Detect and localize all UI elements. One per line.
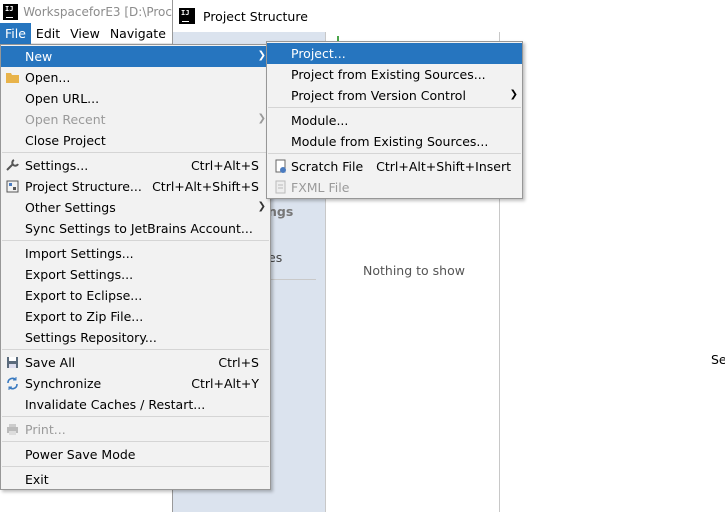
- submenu-item-project-vcs[interactable]: Project from Version Control ❯: [267, 85, 522, 106]
- menu-item-shortcut: Ctrl+Alt+Y: [191, 376, 259, 391]
- menu-item-shortcut: Ctrl+Alt+S: [190, 158, 259, 173]
- menu-item-power-save[interactable]: Power Save Mode: [1, 444, 270, 465]
- menu-item-label: Project Structure...: [25, 179, 142, 194]
- menu-file[interactable]: File: [0, 22, 31, 44]
- detail-text-fragment: Se: [711, 352, 725, 367]
- submenu-item-fxml-file[interactable]: FXML File: [267, 177, 522, 198]
- menu-item-shortcut: Ctrl+Alt+Shift+Insert: [376, 159, 511, 174]
- menu-item-label: Open URL...: [25, 91, 100, 106]
- menu-item-settings-repository[interactable]: Settings Repository...: [1, 327, 270, 348]
- menu-item-sync-settings[interactable]: Sync Settings to JetBrains Account...: [1, 218, 270, 239]
- menu-separator: [2, 416, 269, 417]
- fxml-file-icon: [275, 180, 286, 194]
- menu-item-shortcut: Ctrl+Alt+Shift+S: [152, 179, 259, 194]
- folder-icon: [6, 73, 19, 83]
- menu-item-label: Invalidate Caches / Restart...: [25, 397, 206, 412]
- ide-title-bar: IJ WorkspaceforE3 [D:\Proc: [0, 0, 172, 23]
- submenu-item-scratch-file[interactable]: Scratch File Ctrl+Alt+Shift+Insert: [267, 156, 522, 177]
- menu-item-label: Project from Version Control: [291, 88, 466, 103]
- menu-item-save-all[interactable]: Save All Ctrl+S: [1, 352, 270, 373]
- menu-item-label: Export to Eclipse...: [25, 288, 143, 303]
- menu-separator: [2, 466, 269, 467]
- project-structure-icon: [6, 180, 19, 193]
- menu-separator: [268, 153, 521, 154]
- nav-section-fragment: ngs: [268, 204, 294, 219]
- submenu-item-module[interactable]: Module...: [267, 110, 522, 131]
- menu-item-shortcut: Ctrl+S: [218, 355, 259, 370]
- submenu-item-project-existing[interactable]: Project from Existing Sources...: [267, 64, 522, 85]
- menu-item-label: Other Settings: [25, 200, 116, 215]
- menu-view[interactable]: View: [65, 23, 105, 44]
- menu-separator: [2, 152, 269, 153]
- menu-item-export-settings[interactable]: Export Settings...: [1, 264, 270, 285]
- printer-icon: [7, 424, 18, 435]
- menu-item-label: Print...: [25, 422, 66, 437]
- menu-item-label: Synchronize: [25, 376, 102, 391]
- menu-item-print[interactable]: Print...: [1, 419, 270, 440]
- menu-item-label: Export Settings...: [25, 267, 134, 282]
- menubar: File Edit View Navigate: [0, 22, 172, 44]
- menu-item-label: Open...: [25, 70, 71, 85]
- menu-item-label: Close Project: [25, 133, 106, 148]
- menu-item-label: Sync Settings to JetBrains Account...: [25, 221, 253, 236]
- menu-item-settings[interactable]: Settings... Ctrl+Alt+S: [1, 155, 270, 176]
- chevron-right-icon: ❯: [257, 50, 266, 61]
- menu-item-export-eclipse[interactable]: Export to Eclipse...: [1, 285, 270, 306]
- chevron-right-icon: ❯: [257, 113, 266, 124]
- menu-item-label: Scratch File: [291, 159, 364, 174]
- empty-list-text: Nothing to show: [363, 263, 465, 278]
- menu-edit[interactable]: Edit: [31, 23, 65, 44]
- ide-title: WorkspaceforE3 [D:\Proc: [23, 4, 172, 19]
- menu-item-export-zip[interactable]: Export to Zip File...: [1, 306, 270, 327]
- menu-item-label: Exit: [25, 472, 49, 487]
- submenu-item-project[interactable]: Project...: [267, 43, 522, 64]
- menu-item-open-recent[interactable]: Open Recent ❯: [1, 109, 270, 130]
- intellij-logo-icon: IJ: [179, 8, 195, 24]
- menu-item-label: Open Recent: [25, 112, 106, 127]
- project-structure-title-bar: IJ Project Structure: [172, 0, 725, 32]
- menu-item-close-project[interactable]: Close Project: [1, 130, 270, 151]
- file-menu: New ❯ Open... Open URL... Open Recent ❯ …: [0, 44, 271, 490]
- menu-item-label: Export to Zip File...: [25, 309, 144, 324]
- menu-item-label: Settings...: [25, 158, 89, 173]
- menu-item-new[interactable]: New ❯: [1, 46, 270, 67]
- new-submenu: Project... Project from Existing Sources…: [266, 41, 523, 199]
- menu-item-label: New: [25, 49, 53, 64]
- menu-item-other-settings[interactable]: Other Settings ❯: [1, 197, 270, 218]
- save-icon: [7, 357, 18, 368]
- intellij-logo-icon: IJ: [3, 3, 19, 20]
- menu-item-label: Project...: [291, 46, 346, 61]
- menu-separator: [2, 240, 269, 241]
- menu-item-exit[interactable]: Exit: [1, 469, 270, 490]
- menu-item-label: Save All: [25, 355, 76, 370]
- menu-item-import-settings[interactable]: Import Settings...: [1, 243, 270, 264]
- menu-separator: [2, 441, 269, 442]
- menu-item-open-url[interactable]: Open URL...: [1, 88, 270, 109]
- menu-item-label: FXML File: [291, 180, 350, 195]
- wrench-icon: [6, 159, 19, 171]
- menu-navigate[interactable]: Navigate: [105, 23, 171, 44]
- menu-separator: [268, 107, 521, 108]
- dialog-title: Project Structure: [203, 8, 308, 24]
- menu-item-open[interactable]: Open...: [1, 67, 270, 88]
- sync-icon: [7, 377, 18, 390]
- chevron-right-icon: ❯: [257, 201, 266, 212]
- submenu-item-module-existing[interactable]: Module from Existing Sources...: [267, 131, 522, 152]
- menu-item-label: Power Save Mode: [25, 447, 136, 462]
- divider: [268, 279, 316, 280]
- menu-item-label: Settings Repository...: [25, 330, 157, 345]
- menu-item-label: Project from Existing Sources...: [291, 67, 486, 82]
- menu-item-label: Module from Existing Sources...: [291, 134, 489, 149]
- scratch-file-icon: [275, 159, 286, 173]
- chevron-right-icon: ❯: [509, 89, 518, 100]
- menu-item-synchronize[interactable]: Synchronize Ctrl+Alt+Y: [1, 373, 270, 394]
- menu-item-project-structure[interactable]: Project Structure... Ctrl+Alt+Shift+S: [1, 176, 270, 197]
- menu-item-label: Module...: [291, 113, 349, 128]
- menu-separator: [2, 349, 269, 350]
- menu-item-invalidate-caches[interactable]: Invalidate Caches / Restart...: [1, 394, 270, 415]
- menu-item-label: Import Settings...: [25, 246, 134, 261]
